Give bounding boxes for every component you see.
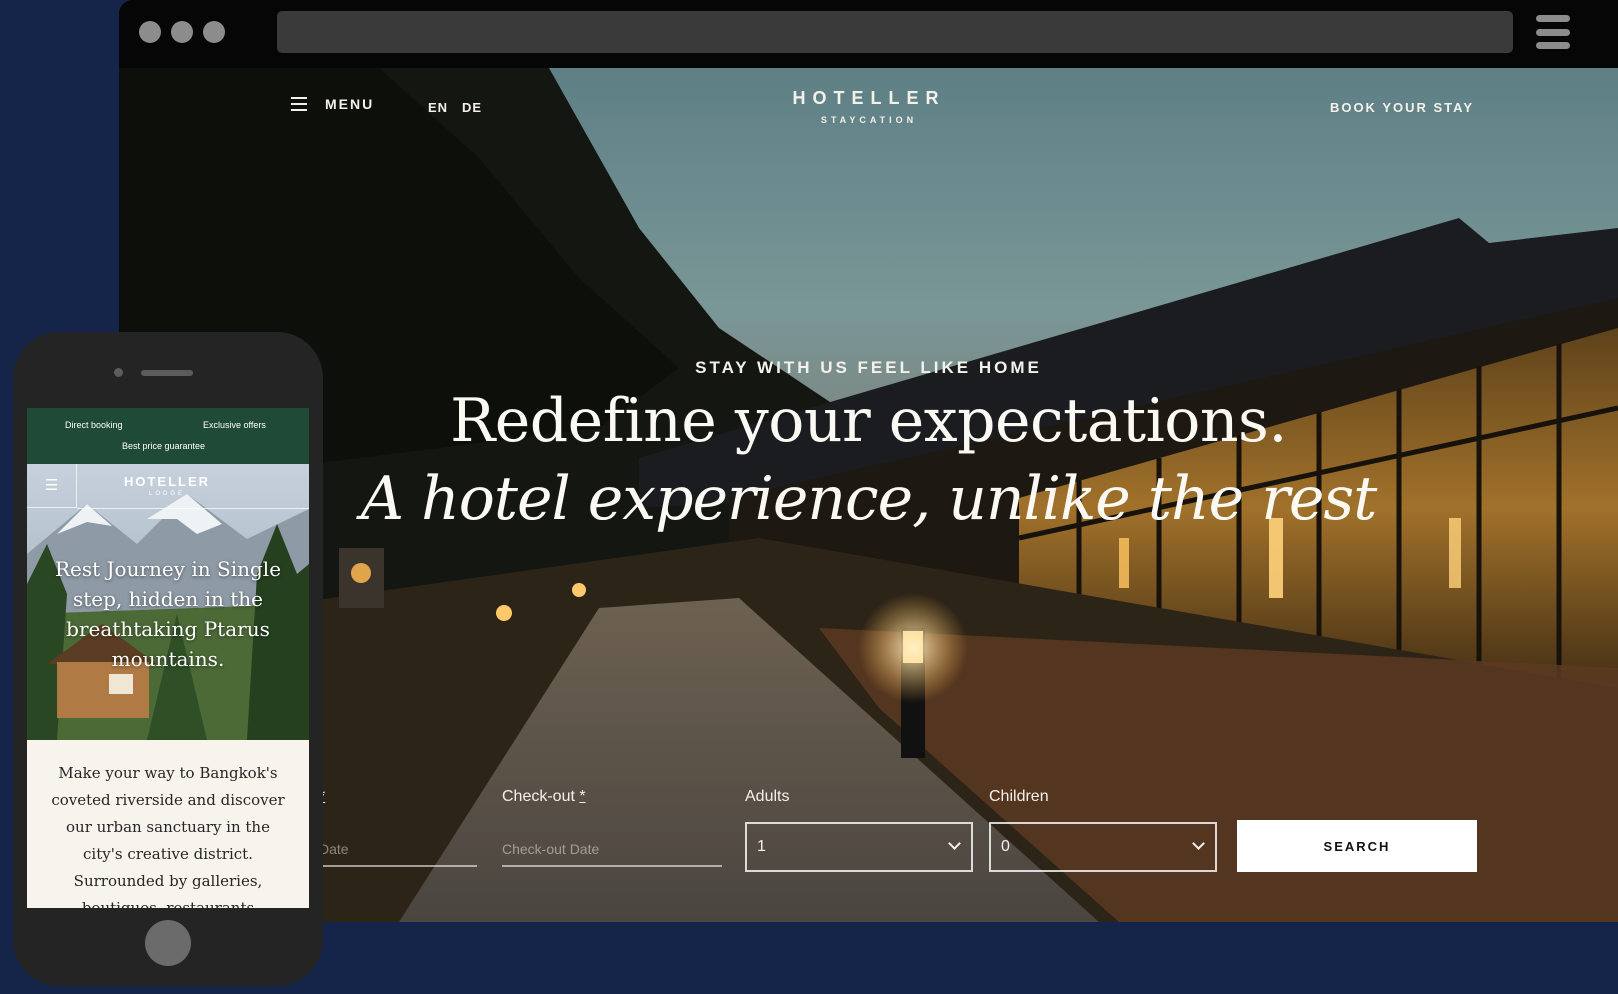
mobile-logo[interactable]: HOTELLER LODGE xyxy=(87,474,247,497)
promo-exclusive-offers: Exclusive offers xyxy=(203,420,266,430)
language-en[interactable]: EN xyxy=(428,100,448,115)
promo-best-price: Best price guarantee xyxy=(122,441,206,451)
mobile-hero-title: Rest Journey in Single step, hidden in t… xyxy=(54,557,282,671)
checkout-label: Check-out * xyxy=(502,788,586,805)
children-select[interactable]: 0 xyxy=(989,822,1217,872)
menu-icon xyxy=(291,97,307,111)
children-value: 0 xyxy=(1001,838,1010,855)
hero-section: MENU EN DE HOTELLER STAYCATION BOOK YOUR… xyxy=(119,68,1618,922)
window-minimize-dot[interactable] xyxy=(171,21,193,43)
adults-select[interactable]: 1 xyxy=(745,822,973,872)
logo-name: HOTELLER xyxy=(792,88,946,108)
browser-toolbar xyxy=(119,0,1618,68)
site-logo[interactable]: HOTELLER STAYCATION xyxy=(719,88,1019,125)
phone-camera xyxy=(114,368,123,377)
mobile-menu-icon[interactable]: ☰ xyxy=(27,464,77,508)
mobile-logo-tagline: LODGE xyxy=(148,491,185,497)
chevron-down-icon xyxy=(1192,837,1205,850)
search-button[interactable]: SEARCH xyxy=(1237,820,1477,872)
checkin-date-input[interactable] xyxy=(319,833,477,867)
mobile-phone-mockup: Direct booking Exclusive offers Best pri… xyxy=(13,332,323,986)
hero-subheadline: A hotel experience, unlike the rest xyxy=(360,464,1378,534)
chevron-down-icon xyxy=(948,837,961,850)
window-maximize-dot[interactable] xyxy=(203,21,225,43)
children-label: Children xyxy=(989,788,1049,805)
desktop-browser-mockup: MENU EN DE HOTELLER STAYCATION BOOK YOUR… xyxy=(119,0,1618,922)
hamburger-icon[interactable] xyxy=(1536,15,1570,49)
promo-bar: Direct booking Exclusive offers Best pri… xyxy=(27,408,309,464)
window-close-dot[interactable] xyxy=(139,21,161,43)
mobile-body-text: Make your way to Bangkok's coveted river… xyxy=(51,764,285,908)
hero-headline: Redefine your expectations. xyxy=(450,386,1287,456)
checkout-date-input[interactable] xyxy=(502,833,722,867)
mobile-hero: ☰ HOTELLER LODGE Rest Journey in Single … xyxy=(27,464,309,740)
mobile-screen: Direct booking Exclusive offers Best pri… xyxy=(27,408,309,908)
booking-form: * Check-out * Adults 1 Children 0 SEARCH xyxy=(119,788,1618,888)
hero-eyebrow: STAY WITH US FEEL LIKE HOME xyxy=(695,358,1042,377)
book-your-stay-link[interactable]: BOOK YOUR STAY xyxy=(1330,100,1474,115)
address-bar[interactable] xyxy=(277,11,1513,53)
site-header: MENU EN DE HOTELLER STAYCATION BOOK YOUR… xyxy=(119,68,1618,158)
phone-home-button[interactable] xyxy=(145,920,191,966)
language-de[interactable]: DE xyxy=(462,100,482,115)
adults-value: 1 xyxy=(757,838,766,855)
mobile-logo-name: HOTELLER xyxy=(123,474,211,489)
promo-direct-booking: Direct booking xyxy=(65,420,123,430)
menu-label: MENU xyxy=(325,96,375,112)
phone-speaker xyxy=(141,370,193,376)
adults-label: Adults xyxy=(745,788,790,805)
logo-tagline: STAYCATION xyxy=(820,115,918,125)
menu-button[interactable]: MENU xyxy=(291,96,374,112)
